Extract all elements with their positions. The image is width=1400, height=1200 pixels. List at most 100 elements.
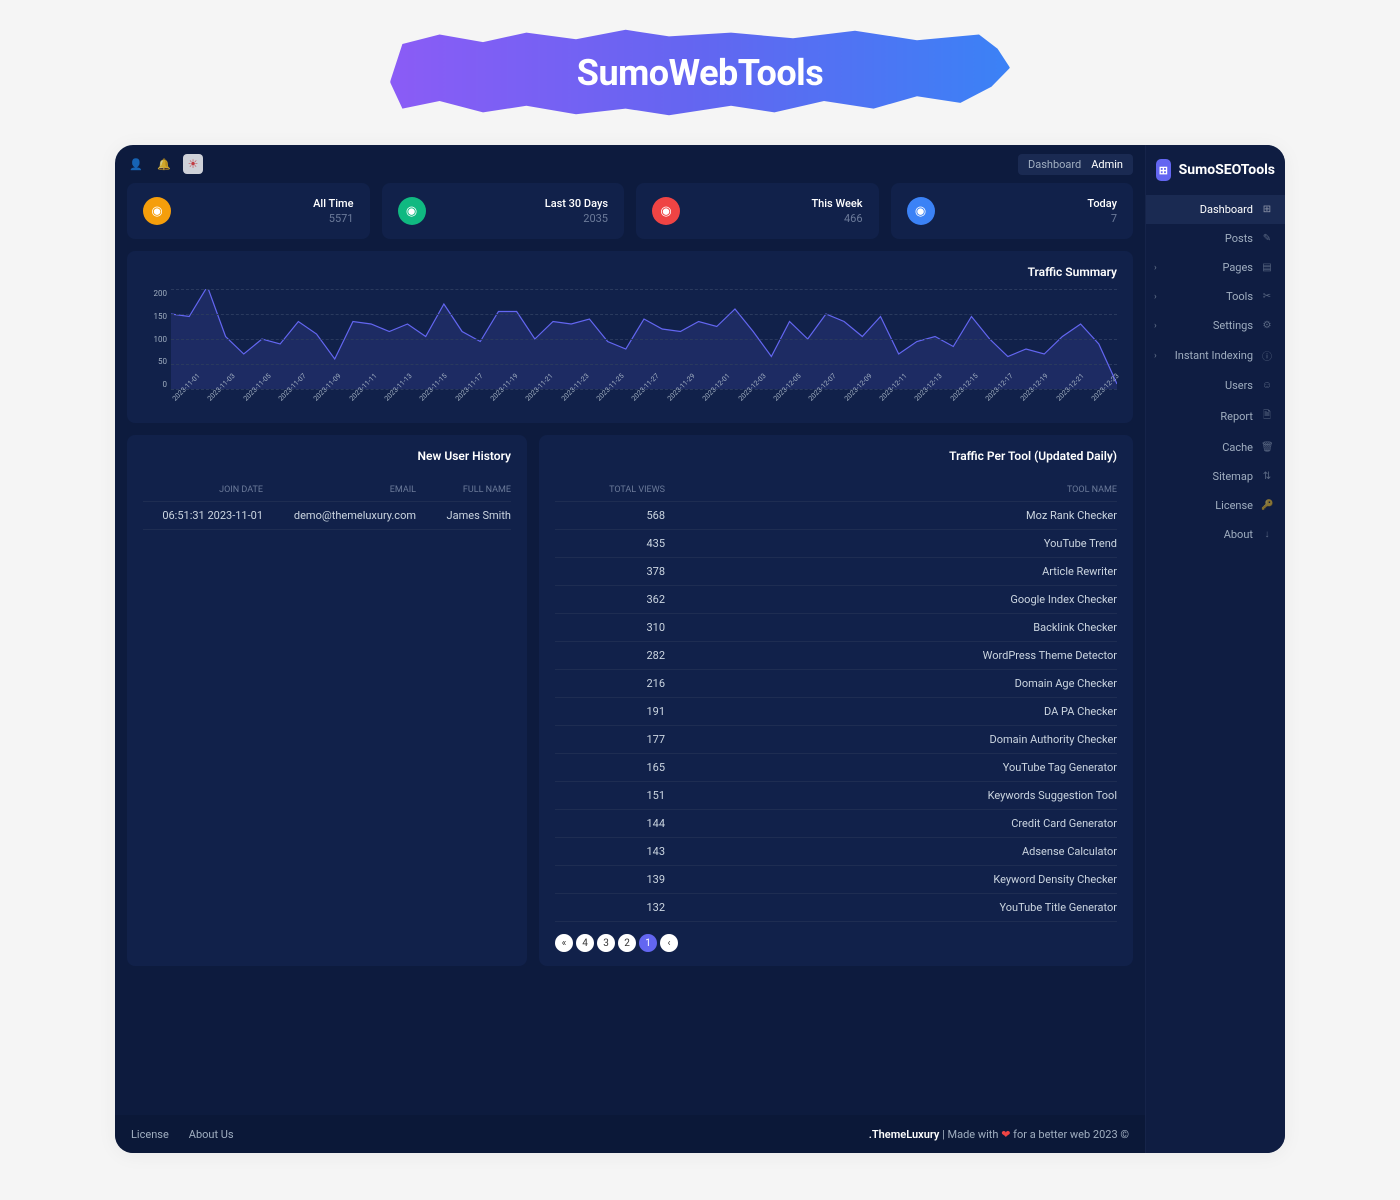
page-button[interactable]: ‹ <box>660 934 678 952</box>
sidebar-item-report[interactable]: Report🗎 <box>1146 400 1285 433</box>
nav-icon: ▤ <box>1261 262 1273 273</box>
stat-value: 466 <box>811 212 862 225</box>
nav-label: Posts <box>1225 232 1253 245</box>
brand-name: SumoSEOTools <box>1179 162 1275 178</box>
th-name: FULL NAME <box>416 485 511 495</box>
y-tick: 200 <box>143 289 167 298</box>
y-tick: 0 <box>143 380 167 389</box>
stat-label: This Week <box>811 197 862 210</box>
nav-icon: ⚙ <box>1261 320 1273 331</box>
nav-label: Settings <box>1213 319 1253 332</box>
chevron-icon: › <box>1154 292 1157 302</box>
nav-icon: 🔑 <box>1261 500 1273 511</box>
footer-about-link[interactable]: About Us <box>189 1128 234 1141</box>
sidebar-item-dashboard[interactable]: Dashboard ⊞ <box>1146 195 1285 224</box>
y-tick: 100 <box>143 335 167 344</box>
th-join: JOIN DATE <box>143 485 263 495</box>
sidebar-item-posts[interactable]: Posts ✎ <box>1146 224 1285 253</box>
table-row: 568Moz Rank Checker <box>555 502 1117 530</box>
sidebar-item-users[interactable]: Users ☺ <box>1146 371 1285 400</box>
stat-icon: ◉ <box>907 197 935 225</box>
topbar: 👤 🔔 ☀ Dashboard Admin <box>115 145 1145 183</box>
th-tool: TOOL NAME <box>665 485 1117 495</box>
table-row: 191DA PA Checker <box>555 698 1117 726</box>
table-row: 139Keyword Density Checker <box>555 866 1117 894</box>
chevron-icon: › <box>1154 263 1157 273</box>
brand-icon: ⊞ <box>1156 159 1171 181</box>
table-row: 132YouTube Title Generator <box>555 894 1117 922</box>
sidebar-item-sitemap[interactable]: Sitemap⇅ <box>1146 462 1285 491</box>
stat-icon: ◉ <box>652 197 680 225</box>
sidebar-item-license[interactable]: License🔑 <box>1146 491 1285 520</box>
nav-label: Cache <box>1222 441 1253 454</box>
stat-icon: ◉ <box>143 197 171 225</box>
user-history-card: New User History JOIN DATE EMAIL FULL NA… <box>127 435 527 966</box>
page-button[interactable]: 4 <box>576 934 594 952</box>
y-tick: 150 <box>143 312 167 321</box>
page-button[interactable]: 3 <box>597 934 615 952</box>
sidebar-item-instant-indexing[interactable]: › Instant Indexing ⓘ <box>1146 340 1285 371</box>
sidebar: SumoSEOTools ⊞ Dashboard⊞Posts✎›Pages▤›T… <box>1145 145 1285 1153</box>
sidebar-item-cache[interactable]: Cache 🗑 <box>1146 433 1285 462</box>
breadcrumb-root: Dashboard <box>1028 158 1081 171</box>
nav-icon: ⊞ <box>1261 204 1273 215</box>
brand[interactable]: SumoSEOTools ⊞ <box>1146 145 1285 195</box>
user-icon[interactable]: 👤 <box>127 155 145 173</box>
table-row: 435YouTube Trend <box>555 530 1117 558</box>
nav-icon: ✂ <box>1261 291 1273 302</box>
stat-label: All Time <box>313 197 353 210</box>
stat-icon: ◉ <box>398 197 426 225</box>
stat-card-today: ◉ Today 7 <box>891 183 1134 239</box>
chevron-icon: › <box>1154 351 1157 361</box>
theme-toggle-icon[interactable]: ☀ <box>183 154 203 174</box>
tool-traffic-card: Traffic Per Tool (Updated Daily) TOTAL V… <box>539 435 1133 966</box>
nav-label: Dashboard <box>1200 203 1253 216</box>
traffic-summary-title: Traffic Summary <box>143 265 1117 279</box>
page-button[interactable]: 1 <box>639 934 657 952</box>
stat-card-last-30-days: ◉Last 30 Days2035 <box>382 183 625 239</box>
bell-icon[interactable]: 🔔 <box>155 155 173 173</box>
th-email: EMAIL <box>263 485 416 495</box>
traffic-summary-card: Traffic Summary 200150100500 2023-11-012… <box>127 251 1133 423</box>
table-row: 282WordPress Theme Detector <box>555 642 1117 670</box>
table-row: 362Google Index Checker <box>555 586 1117 614</box>
nav-label: About <box>1224 528 1253 541</box>
table-row: 378Article Rewriter <box>555 558 1117 586</box>
table-row: 165YouTube Tag Generator <box>555 754 1117 782</box>
nav-icon: ⓘ <box>1261 348 1273 363</box>
stat-value: 7 <box>1087 212 1117 225</box>
footer-credit: .ThemeLuxury | Made with ❤ for a better … <box>869 1128 1129 1141</box>
table-row: 216Domain Age Checker <box>555 670 1117 698</box>
page-button[interactable]: « <box>555 934 573 952</box>
nav-icon: 🗑 <box>1261 442 1273 453</box>
chevron-icon: › <box>1154 321 1157 331</box>
stat-label: Last 30 Days <box>545 197 608 210</box>
sidebar-item-tools[interactable]: › Tools ✂ <box>1146 282 1285 311</box>
tool-traffic-title: Traffic Per Tool (Updated Daily) <box>555 449 1117 463</box>
y-tick: 50 <box>143 357 167 366</box>
sidebar-item-pages[interactable]: ›Pages▤ <box>1146 253 1285 282</box>
th-views: TOTAL VIEWS <box>555 485 665 495</box>
pagination: «4321‹ <box>555 934 1117 952</box>
sidebar-item-about[interactable]: About ↓ <box>1146 520 1285 549</box>
sidebar-item-settings[interactable]: › Settings ⚙ <box>1146 311 1285 340</box>
footer-license-link[interactable]: License <box>131 1128 169 1141</box>
table-row: 310Backlink Checker <box>555 614 1117 642</box>
table-row: 177Domain Authority Checker <box>555 726 1117 754</box>
breadcrumb[interactable]: Dashboard Admin <box>1018 154 1133 175</box>
user-history-title: New User History <box>143 449 511 463</box>
nav-label: Tools <box>1226 290 1253 303</box>
table-row: 143Adsense Calculator <box>555 838 1117 866</box>
nav-icon: ✎ <box>1261 233 1273 244</box>
nav-icon: ⇅ <box>1261 471 1273 482</box>
footer: License About Us .ThemeLuxury | Made wit… <box>115 1115 1145 1153</box>
page-button[interactable]: 2 <box>618 934 636 952</box>
stat-card-this-week: ◉ This Week 466 <box>636 183 879 239</box>
nav-icon: ↓ <box>1261 529 1273 540</box>
stat-label: Today <box>1087 197 1117 210</box>
nav-icon: ☺ <box>1261 380 1273 391</box>
nav-label: Report <box>1220 410 1253 423</box>
table-row: 06:51:31 2023-11-01demo@themeluxury.comJ… <box>143 502 511 530</box>
nav-label: Users <box>1225 379 1253 392</box>
nav-label: Instant Indexing <box>1175 349 1253 362</box>
